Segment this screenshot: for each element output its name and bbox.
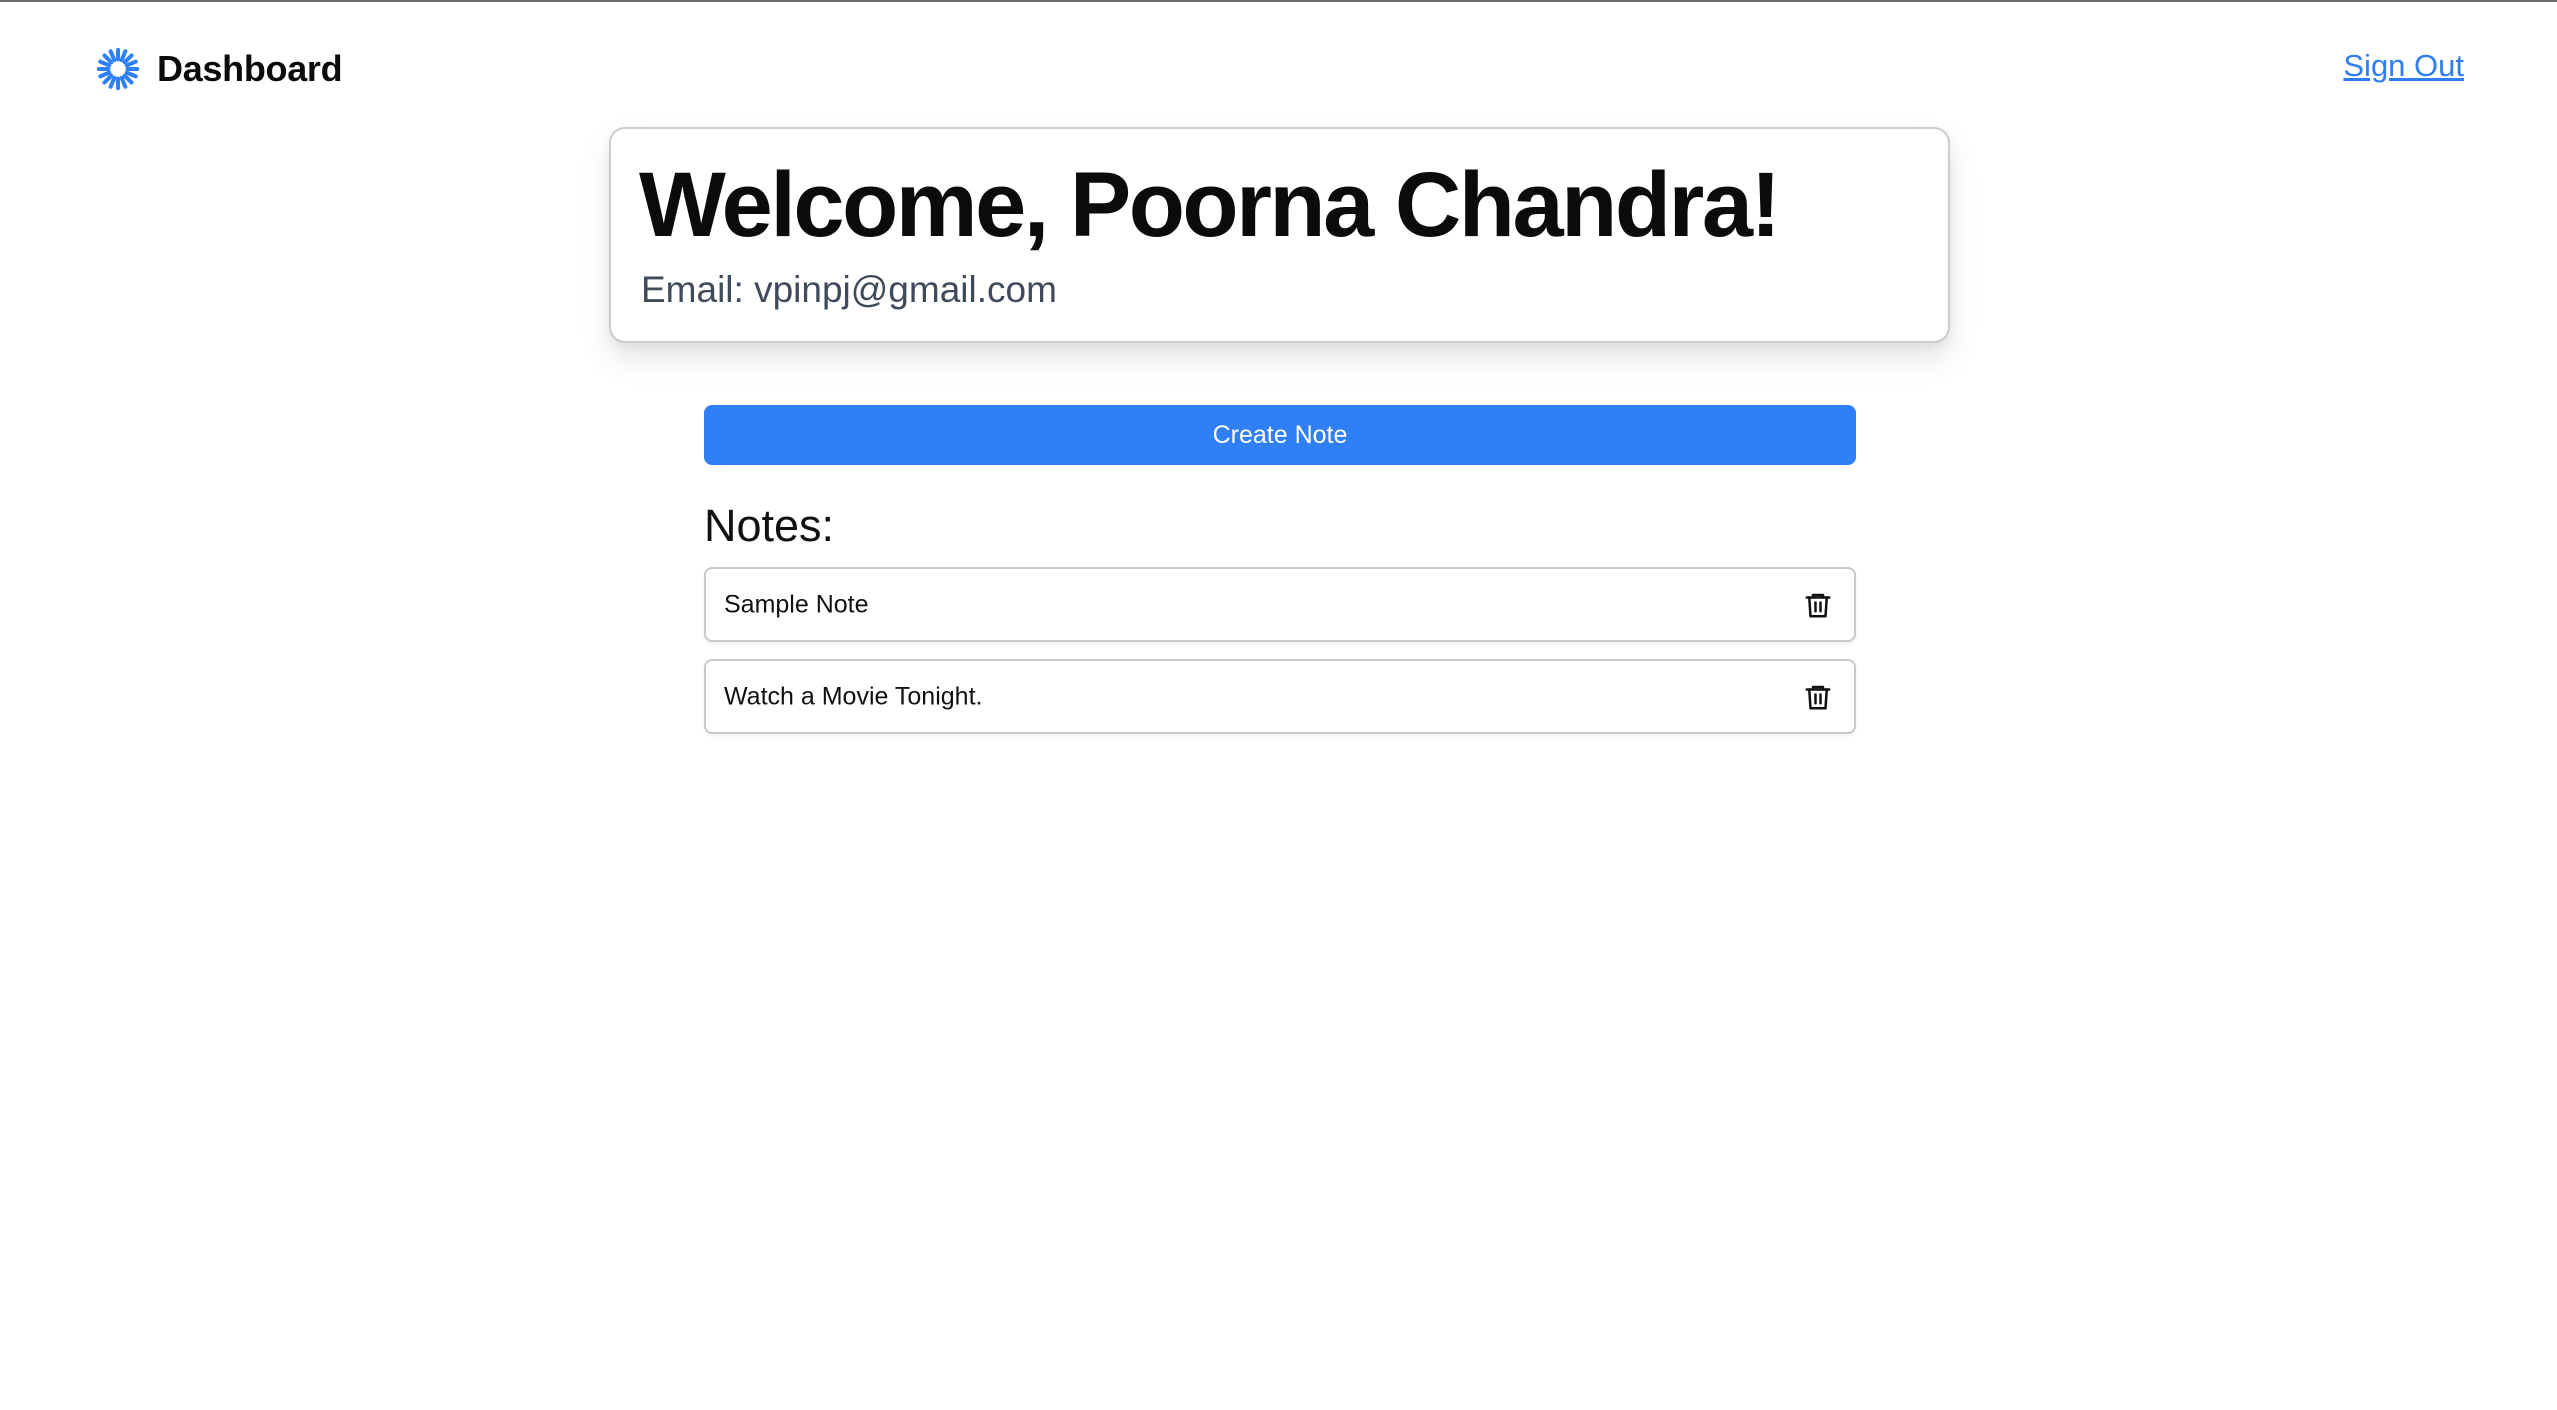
trash-icon (1805, 593, 1831, 617)
notes-list: Sample Note Watch a Movie Tonight. (704, 567, 1856, 751)
delete-note-button[interactable] (1798, 677, 1838, 717)
notes-heading: Notes: (704, 500, 835, 551)
note-item[interactable]: Watch a Movie Tonight. (704, 659, 1856, 734)
welcome-heading: Welcome, Poorna Chandra! (639, 154, 1781, 256)
user-email: Email: vpinpj@gmail.com (641, 269, 1057, 311)
top-nav: Dashboard Sign Out (0, 2, 2557, 130)
spinner-sun-icon (96, 47, 140, 91)
email-label: Email: (641, 269, 755, 310)
trash-icon (1805, 685, 1831, 709)
delete-note-button[interactable] (1798, 585, 1838, 625)
page-title: Dashboard (157, 48, 343, 89)
email-value: vpinpj@gmail.com (754, 269, 1057, 310)
note-text: Sample Note (724, 590, 869, 618)
note-text: Watch a Movie Tonight. (724, 682, 983, 710)
sign-out-link[interactable]: Sign Out (2343, 48, 2464, 84)
welcome-card: Welcome, Poorna Chandra! Email: vpinpj@g… (609, 127, 1950, 343)
create-note-button[interactable]: Create Note (704, 405, 1856, 465)
brand: Dashboard (95, 44, 343, 94)
note-item[interactable]: Sample Note (704, 567, 1856, 642)
